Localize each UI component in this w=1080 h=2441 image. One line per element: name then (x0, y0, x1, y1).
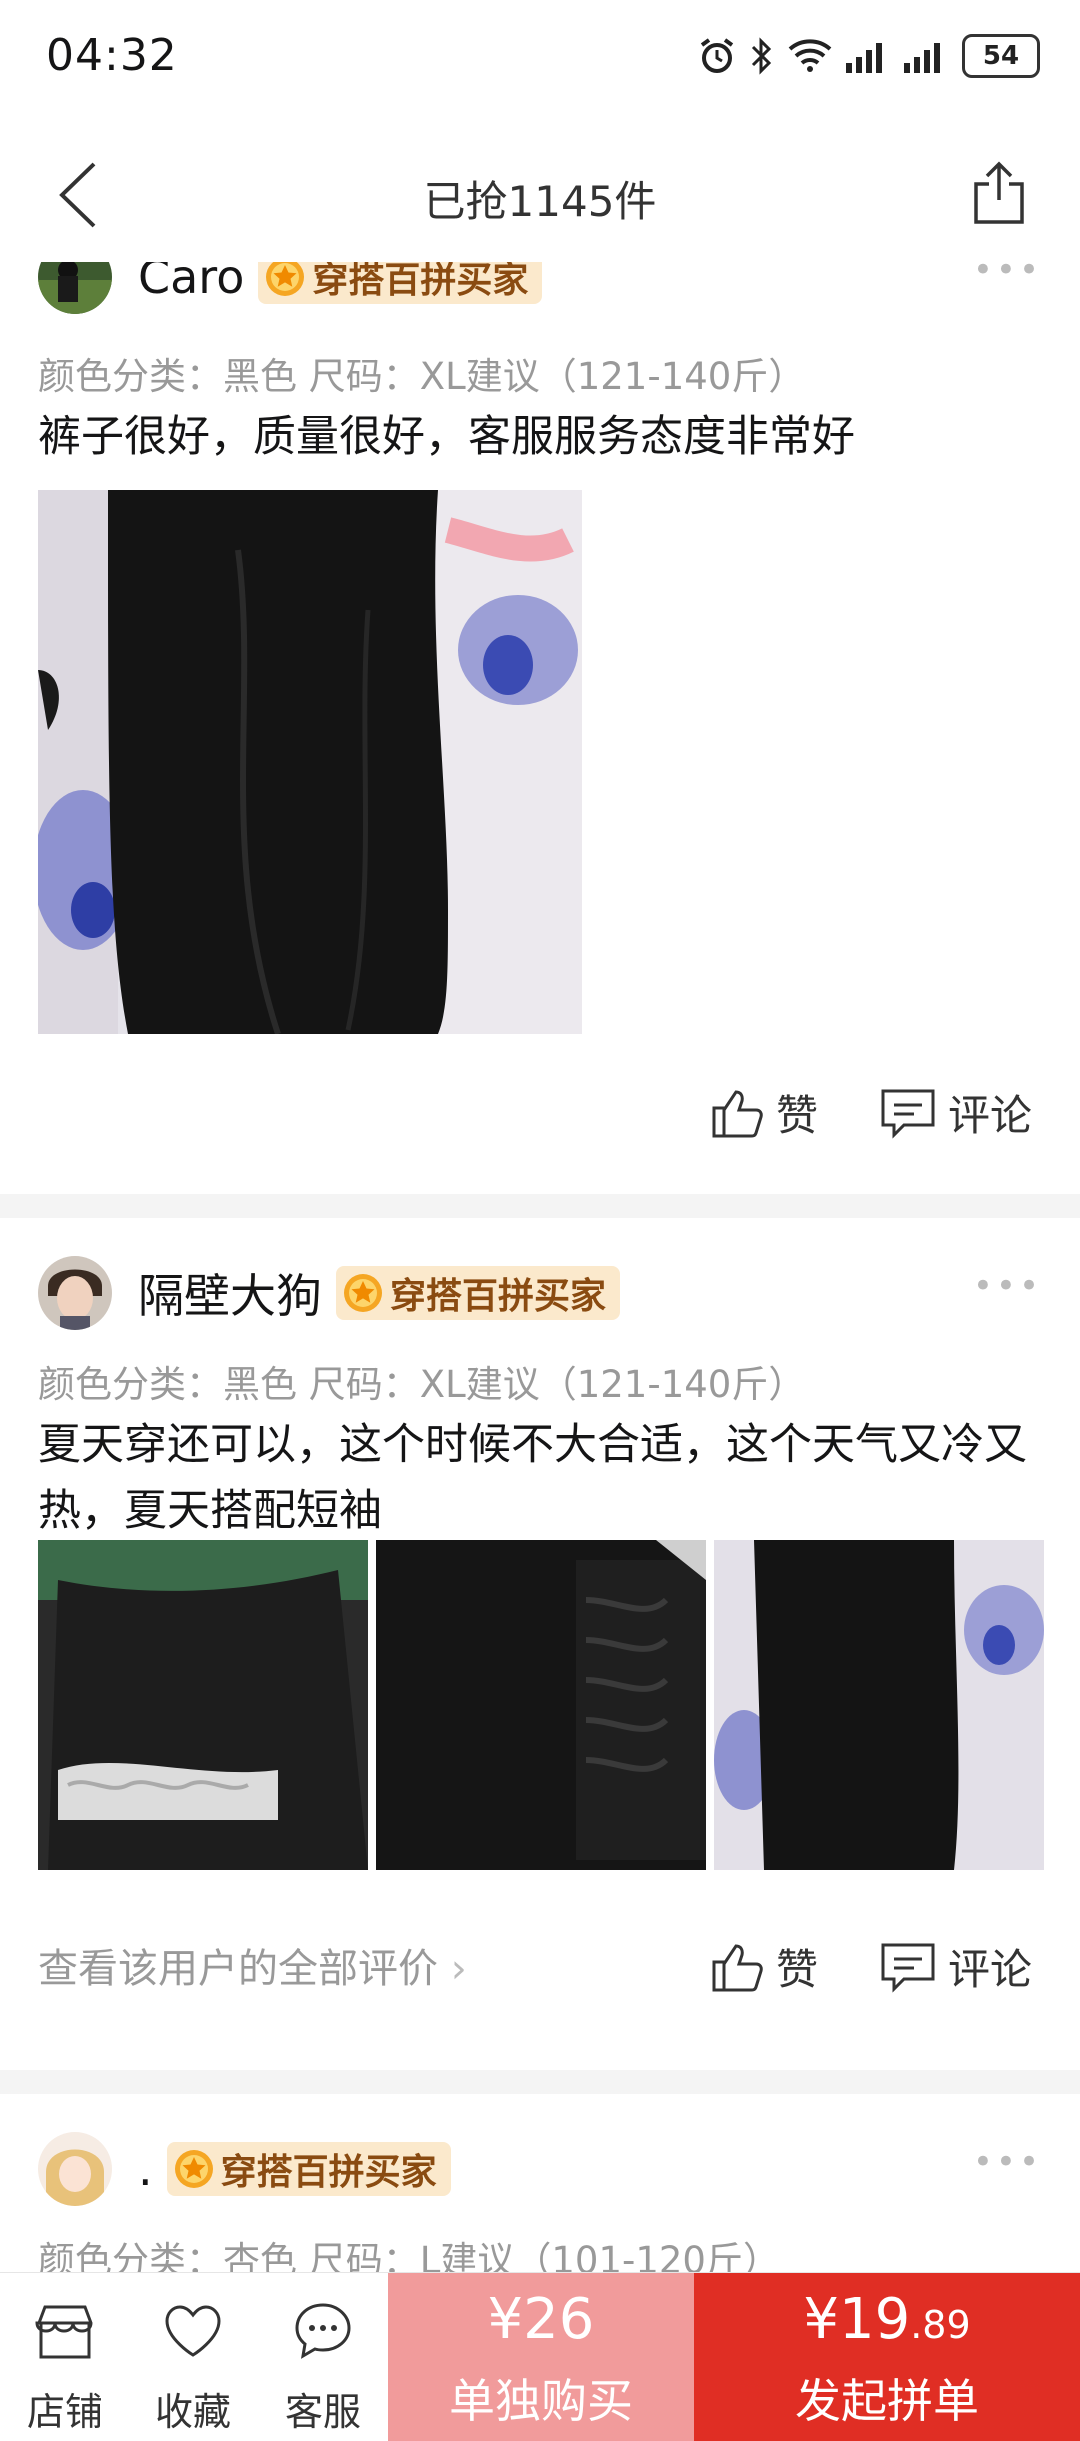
like-button[interactable]: 赞 (710, 1082, 818, 1143)
comment-button[interactable]: 评论 (880, 1082, 1032, 1143)
bottom-action-bar: 店铺 收藏 客服 ¥26 单独购买 ¥19.89 发起拼单 (0, 2272, 1080, 2441)
more-options-icon[interactable]: ••• (973, 262, 1042, 290)
chat-icon (295, 2303, 351, 2359)
like-label: 赞 (776, 1091, 819, 1140)
status-bar: 04:32 54 (0, 0, 1080, 120)
solo-label: 单独购买 (449, 2374, 633, 2428)
thumbs-up-icon (712, 1943, 763, 1991)
buyer-badge: 穿搭百拼买家 (258, 262, 543, 304)
status-time: 04:32 (46, 30, 178, 81)
reviews-list[interactable]: Caro 穿搭百拼买家 ••• 颜色分类：黑色 尺码：XL建议（121-140斤… (0, 262, 1080, 2272)
review-item: Caro 穿搭百拼买家 ••• 颜色分类：黑色 尺码：XL建议（121-140斤… (0, 262, 1080, 1192)
store-tab[interactable]: 店铺 (0, 2273, 130, 2441)
username[interactable]: 隔壁大狗 (138, 1260, 322, 1326)
badge-label: 穿搭百拼买家 (390, 1276, 607, 1317)
solo-price: ¥26 (487, 2287, 595, 2352)
page-title: 已抢1145件 (423, 177, 657, 226)
comment-label: 评论 (948, 1945, 1033, 1994)
review-photo[interactable] (38, 1540, 368, 1870)
group-price: ¥19.89 (694, 2287, 1080, 2352)
like-button[interactable]: 赞 (710, 1936, 818, 1997)
bluetooth-icon (751, 37, 772, 75)
share-icon[interactable] (972, 160, 1026, 226)
star-badge-icon (174, 2150, 213, 2188)
service-label: 客服 (284, 2390, 361, 2434)
wifi-icon (788, 39, 832, 72)
alarm-icon (700, 38, 734, 73)
avatar[interactable] (38, 262, 112, 314)
avatar[interactable] (38, 1256, 112, 1330)
review-spec: 颜色分类：黑色 尺码：XL建议（121-140斤） (38, 355, 806, 398)
see-all-label: 查看该用户的全部评价 (38, 1946, 438, 1992)
review-text: 裤子很好，质量很好，客服服务态度非常好 (38, 412, 855, 462)
badge-label: 穿搭百拼买家 (312, 262, 529, 301)
nav-bar: 已抢1145件 (0, 120, 1080, 270)
review-user-row: Caro 穿搭百拼买家 (38, 262, 543, 314)
group-price-cents: .89 (910, 2303, 971, 2347)
status-icons: 54 (698, 34, 1040, 78)
buyer-badge: 穿搭百拼买家 (336, 1266, 621, 1320)
star-badge-icon (344, 1274, 382, 1312)
badge-label: 穿搭百拼买家 (220, 2152, 437, 2193)
username[interactable]: Caro (138, 262, 244, 304)
group-label: 发起拼单 (795, 2374, 979, 2428)
buyer-badge: 穿搭百拼买家 (166, 2142, 451, 2196)
avatar[interactable] (38, 2132, 112, 2206)
see-all-reviews-link[interactable]: 查看该用户的全部评价 › (38, 1936, 467, 1994)
service-tab[interactable]: 客服 (258, 2273, 388, 2441)
review-photo[interactable] (714, 1540, 1044, 1870)
favorite-label: 收藏 (154, 2390, 231, 2434)
review-user-row: 隔壁大狗 穿搭百拼买家 (38, 1256, 621, 1330)
star-badge-icon (266, 262, 305, 296)
store-label: 店铺 (26, 2390, 103, 2434)
more-options-icon[interactable]: ••• (973, 2142, 1042, 2182)
comment-button[interactable]: 评论 (880, 1936, 1032, 1997)
like-label: 赞 (776, 1945, 819, 1994)
buy-solo-button[interactable]: ¥26 单独购买 (388, 2273, 694, 2441)
signal-icon (846, 43, 882, 73)
group-price-main: ¥19 (803, 2287, 911, 2352)
review-item: . 穿搭百拼买家 ••• 颜色分类：杏色 尺码：L建议（101-120斤） (0, 2094, 1080, 2272)
chevron-right-icon: › (450, 1946, 467, 1992)
comment-icon (881, 1089, 935, 1139)
section-divider (0, 1194, 1080, 1218)
store-icon (35, 2305, 93, 2359)
thumbs-up-icon (712, 1089, 763, 1137)
review-spec: 颜色分类：黑色 尺码：XL建议（121-140斤） (38, 1363, 806, 1406)
review-photo[interactable] (38, 490, 582, 1034)
more-options-icon[interactable]: ••• (973, 1266, 1042, 1306)
review-photo[interactable] (376, 1540, 706, 1870)
comment-label: 评论 (948, 1091, 1033, 1140)
signal-icon-2 (904, 43, 940, 73)
username[interactable]: . (138, 2142, 153, 2196)
start-group-buy-button[interactable]: ¥19.89 发起拼单 (694, 2273, 1080, 2441)
review-text: 夏天穿还可以，这个时候不大合适，这个天气又冷又热，夏天搭配短袖 (38, 1420, 1027, 1536)
battery-indicator: 54 (962, 34, 1040, 78)
review-spec: 颜色分类：杏色 尺码：L建议（101-120斤） (38, 2239, 780, 2272)
favorite-tab[interactable]: 收藏 (128, 2273, 258, 2441)
comment-icon (881, 1943, 935, 1993)
review-user-row: . 穿搭百拼买家 (38, 2132, 451, 2206)
heart-icon (165, 2305, 221, 2357)
section-divider (0, 2070, 1080, 2094)
